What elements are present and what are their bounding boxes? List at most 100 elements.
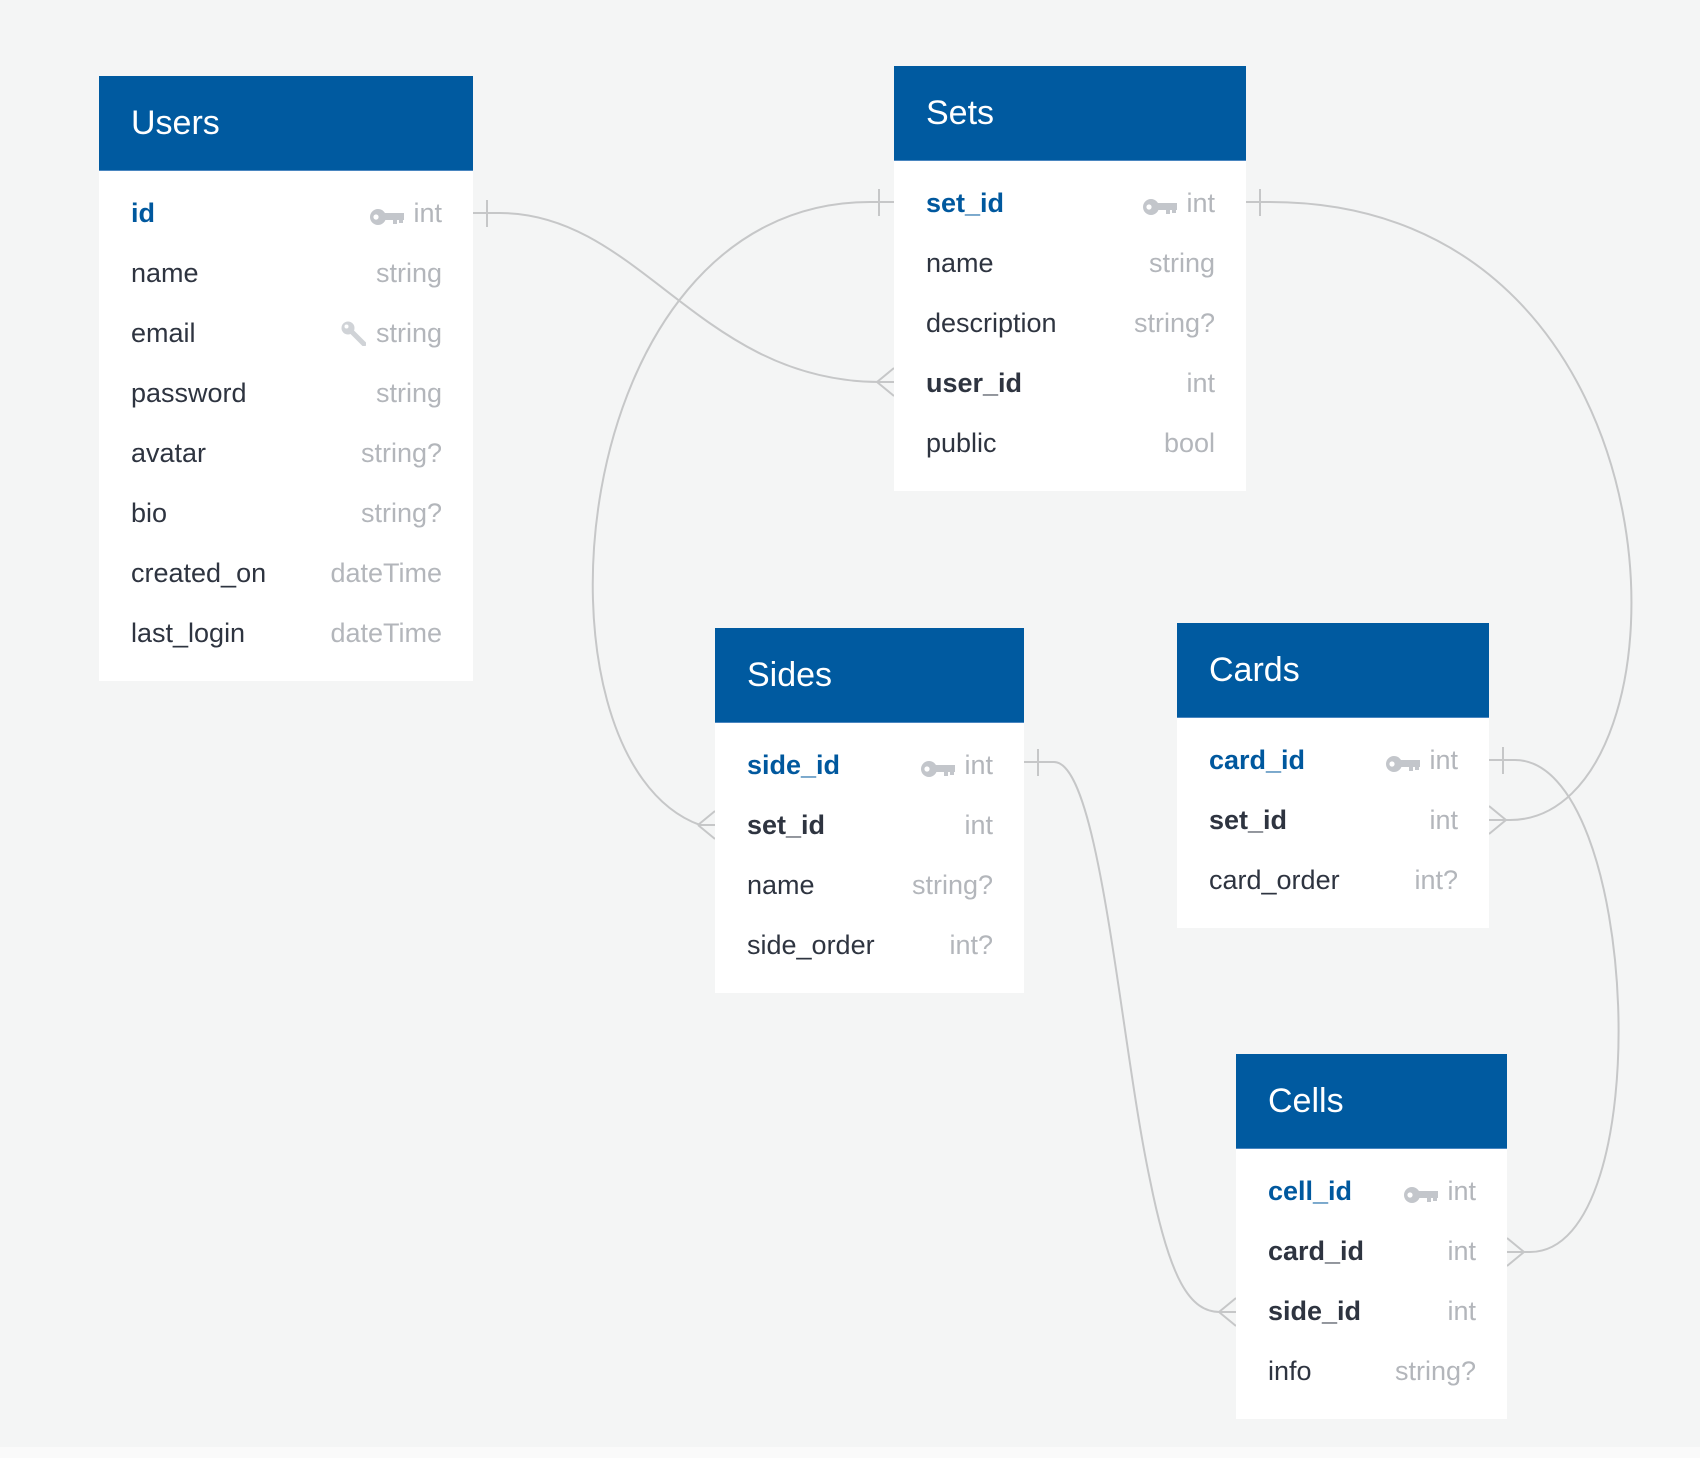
field-row[interactable]: side_id int xyxy=(1236,1281,1507,1341)
field-name: set_id xyxy=(747,809,826,840)
field-name: password xyxy=(131,377,247,408)
field-type-group: int xyxy=(1447,1236,1476,1267)
table-header[interactable]: Users xyxy=(99,76,473,171)
field-type: int? xyxy=(1414,864,1458,895)
field-type: dateTime xyxy=(330,617,442,648)
field-type-group: int xyxy=(964,810,993,841)
table-title: Sides xyxy=(747,655,833,694)
field-type: string? xyxy=(911,869,993,900)
field-row[interactable]: name string? xyxy=(715,855,1024,915)
table-title: Sets xyxy=(926,93,995,132)
field-row[interactable]: password string xyxy=(99,363,473,423)
table-title: Users xyxy=(131,103,220,142)
field-type-group: dateTime xyxy=(330,618,442,649)
field-row[interactable]: side_order int? xyxy=(715,915,1024,975)
field-type: string? xyxy=(360,497,442,528)
field-type-group: int? xyxy=(949,930,993,961)
primary-key-icon xyxy=(1142,193,1178,215)
field-type-group: string? xyxy=(361,438,442,469)
field-row[interactable]: last_login dateTime xyxy=(99,603,473,663)
table-header[interactable]: Sides xyxy=(715,628,1024,723)
field-row[interactable]: set_id int xyxy=(715,795,1024,855)
relationship-users-sets[interactable] xyxy=(473,200,895,397)
field-list: cell_id int card_id int side_id int info string… xyxy=(1236,1149,1507,1419)
field-type: int xyxy=(1447,1235,1476,1266)
table-cells[interactable]: Cells cell_id int card_id int side_id int info… xyxy=(1236,1054,1507,1419)
field-type-group: int xyxy=(1142,188,1215,219)
field-row[interactable]: description string? xyxy=(894,293,1246,353)
field-type: int xyxy=(1447,1295,1476,1326)
many-marker xyxy=(1488,805,1507,835)
field-type-group: string xyxy=(376,258,442,289)
field-row[interactable]: card_id int xyxy=(1236,1221,1507,1281)
field-type: int xyxy=(964,809,993,840)
field-type: int xyxy=(1186,187,1215,218)
field-name: set_id xyxy=(926,187,1005,218)
field-type: int? xyxy=(949,929,993,960)
field-row[interactable]: card_order int? xyxy=(1177,850,1489,910)
field-row[interactable]: created_on dateTime xyxy=(99,543,473,603)
table-cards[interactable]: Cards card_id int set_id int card_order int? xyxy=(1177,623,1489,928)
field-row[interactable]: email string xyxy=(99,303,473,363)
field-row[interactable]: user_id int xyxy=(894,353,1246,413)
table-header[interactable]: Cells xyxy=(1236,1054,1507,1149)
table-title: Cells xyxy=(1268,1081,1344,1120)
diagram-canvas[interactable]: Users id int name string email string password… xyxy=(0,0,1700,1447)
field-row[interactable]: info string? xyxy=(1236,1341,1507,1401)
field-name: avatar xyxy=(131,437,207,468)
primary-key-icon xyxy=(1403,1181,1439,1203)
field-type-group: string? xyxy=(1395,1356,1476,1387)
unique-key-icon xyxy=(340,320,367,347)
field-row[interactable]: card_id int xyxy=(1177,730,1489,790)
table-header[interactable]: Cards xyxy=(1177,623,1489,718)
relationship-cards-cells[interactable] xyxy=(1489,747,1620,1267)
field-type: bool xyxy=(1163,427,1215,458)
field-list: card_id int set_id int card_order int? xyxy=(1177,718,1489,928)
field-type-group: string xyxy=(376,378,442,409)
field-type-group: int xyxy=(369,198,442,229)
many-marker xyxy=(1218,1297,1237,1327)
table-users[interactable]: Users id int name string email string password… xyxy=(99,76,473,681)
field-name: name xyxy=(131,257,199,288)
field-type: int xyxy=(1429,744,1458,775)
field-name: name xyxy=(926,247,994,278)
table-sides[interactable]: Sides side_id int set_id int name string? side… xyxy=(715,628,1024,993)
field-name: set_id xyxy=(1209,804,1288,835)
field-type: dateTime xyxy=(330,557,442,588)
many-marker xyxy=(876,367,895,397)
field-type: string xyxy=(375,377,442,408)
field-type: int xyxy=(1186,367,1215,398)
field-row[interactable]: cell_id int xyxy=(1236,1161,1507,1221)
many-marker xyxy=(1506,1237,1525,1267)
field-name: name xyxy=(747,869,815,900)
table-header[interactable]: Sets xyxy=(894,66,1246,161)
field-name: created_on xyxy=(131,557,267,588)
field-type-group: int xyxy=(920,750,993,781)
field-row[interactable]: name string xyxy=(894,233,1246,293)
field-name: card_id xyxy=(1268,1235,1365,1266)
field-type: string xyxy=(1148,247,1215,278)
field-row[interactable]: public bool xyxy=(894,413,1246,473)
field-type: string? xyxy=(1394,1355,1476,1386)
field-row[interactable]: bio string? xyxy=(99,483,473,543)
field-row[interactable]: avatar string? xyxy=(99,423,473,483)
field-type-group: int xyxy=(1385,745,1458,776)
field-name: cell_id xyxy=(1268,1175,1353,1206)
primary-key-icon xyxy=(1385,750,1421,772)
field-type: string? xyxy=(1133,307,1215,338)
field-row[interactable]: name string xyxy=(99,243,473,303)
field-row[interactable]: set_id int xyxy=(1177,790,1489,850)
field-name: last_login xyxy=(131,617,246,648)
field-row[interactable]: id int xyxy=(99,183,473,243)
table-sets[interactable]: Sets set_id int name string description strin… xyxy=(894,66,1246,491)
field-type: int xyxy=(413,197,442,228)
field-row[interactable]: side_id int xyxy=(715,735,1024,795)
field-name: side_id xyxy=(1268,1295,1362,1326)
field-type-group: int xyxy=(1403,1176,1476,1207)
field-type-group: string? xyxy=(361,498,442,529)
field-row[interactable]: set_id int xyxy=(894,173,1246,233)
field-type: string? xyxy=(360,437,442,468)
field-type-group: int xyxy=(1186,368,1215,399)
field-name: public xyxy=(926,427,997,458)
field-type-group: string xyxy=(1149,248,1215,279)
